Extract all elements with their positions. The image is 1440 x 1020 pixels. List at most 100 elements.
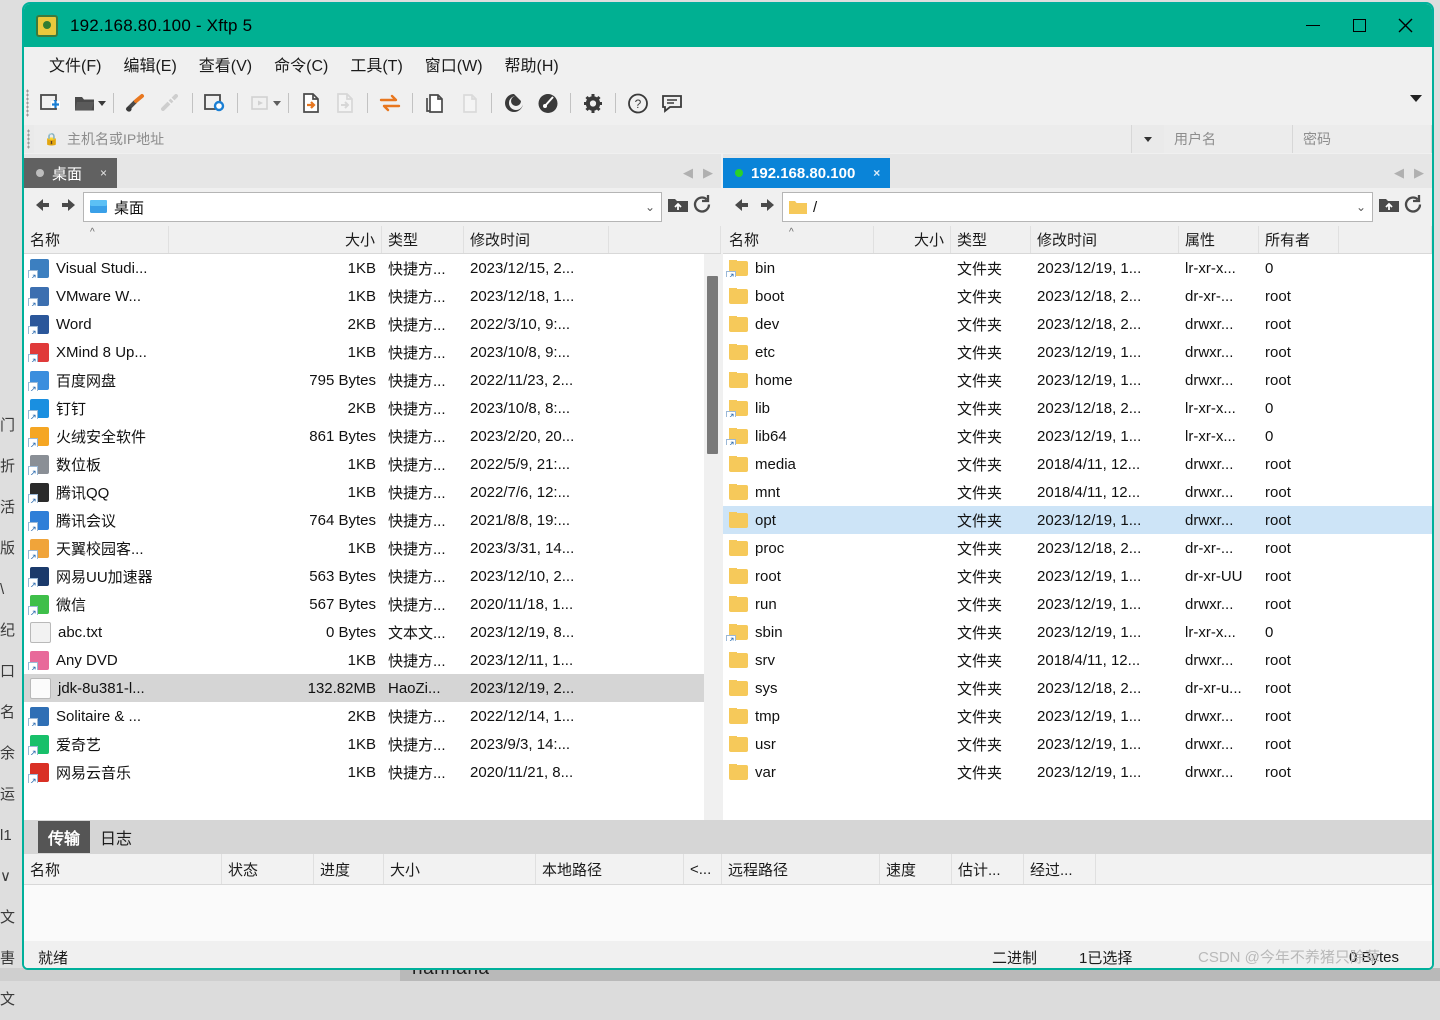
local-file-list[interactable]: Visual Studi... 1KB 快捷方... 2023/12/15, 2...… xyxy=(24,254,722,821)
table-row[interactable]: srv 文件夹 2018/4/11, 12... drwxr... root xyxy=(723,646,1432,674)
table-row[interactable]: usr 文件夹 2023/12/19, 1... drwxr... root xyxy=(723,730,1432,758)
local-col-size[interactable]: 大小 xyxy=(169,226,382,253)
table-row[interactable]: media 文件夹 2018/4/11, 12... drwxr... root xyxy=(723,450,1432,478)
table-row[interactable]: sbin 文件夹 2023/12/19, 1... lr-xr-x... 0 xyxy=(723,618,1432,646)
table-row[interactable]: Visual Studi... 1KB 快捷方... 2023/12/15, 2... xyxy=(24,254,721,282)
menu-window[interactable]: 窗口(W) xyxy=(414,49,494,79)
new-session-icon[interactable] xyxy=(34,86,68,120)
new-file-transfer-icon[interactable] xyxy=(119,86,153,120)
table-row[interactable]: var 文件夹 2023/12/19, 1... drwxr... root xyxy=(723,758,1432,786)
xfer-col-remotepath[interactable]: 远程路径 xyxy=(722,854,880,884)
username-input[interactable]: 用户名 xyxy=(1164,125,1293,153)
transfer-list-body[interactable] xyxy=(24,885,1432,941)
local-col-mtime[interactable]: 修改时间 xyxy=(464,226,609,253)
run-dropdown-icon[interactable] xyxy=(273,100,281,106)
menu-help[interactable]: 帮助(H) xyxy=(494,49,570,79)
xfer-col-eta[interactable]: 估计... xyxy=(952,854,1024,884)
menu-edit[interactable]: 编辑(E) xyxy=(112,49,187,79)
password-input[interactable]: 密码 xyxy=(1293,125,1432,153)
remote-col-size[interactable]: 大小 xyxy=(874,226,952,253)
xfer-col-name[interactable]: 名称 xyxy=(24,854,222,884)
sync-browsing-icon[interactable] xyxy=(373,86,407,120)
xfer-col-progress[interactable]: 进度 xyxy=(314,854,384,884)
forward-arrow-icon[interactable] xyxy=(53,196,77,219)
parent-folder-icon[interactable] xyxy=(1378,195,1400,219)
table-row[interactable]: home 文件夹 2023/12/19, 1... drwxr... root xyxy=(723,366,1432,394)
table-row[interactable]: XMind 8 Up... 1KB 快捷方... 2023/10/8, 9:... xyxy=(24,338,721,366)
table-row[interactable]: Word 2KB 快捷方... 2022/3/10, 9:... xyxy=(24,310,721,338)
table-row[interactable]: abc.txt 0 Bytes 文本文... 2023/12/19, 8... xyxy=(24,618,721,646)
copy-icon[interactable] xyxy=(418,86,452,120)
hostbar-grip[interactable] xyxy=(24,125,34,153)
table-row[interactable]: VMware W... 1KB 快捷方... 2023/12/18, 1... xyxy=(24,282,721,310)
table-row[interactable]: 火绒安全软件 861 Bytes 快捷方... 2023/2/20, 20... xyxy=(24,422,721,450)
refresh-icon[interactable] xyxy=(1403,195,1424,219)
table-row[interactable]: 爱奇艺 1KB 快捷方... 2023/9/3, 14:... xyxy=(24,730,721,758)
chevron-down-icon[interactable]: ⌄ xyxy=(1356,200,1366,214)
table-row[interactable]: Solitaire & ... 2KB 快捷方... 2022/12/14, 1... xyxy=(24,702,721,730)
table-row[interactable]: 百度网盘 795 Bytes 快捷方... 2022/11/23, 2... xyxy=(24,366,721,394)
local-vertical-scrollbar[interactable] xyxy=(704,254,722,821)
xfer-col-speed[interactable]: 速度 xyxy=(880,854,952,884)
open-folder-icon[interactable] xyxy=(68,86,102,120)
remote-col-type[interactable]: 类型 xyxy=(951,226,1032,253)
table-row[interactable]: opt 文件夹 2023/12/19, 1... drwxr... root xyxy=(723,506,1432,534)
remote-col-mtime[interactable]: 修改时间 xyxy=(1031,226,1180,253)
table-row[interactable]: lib 文件夹 2023/12/18, 2... lr-xr-x... 0 xyxy=(723,394,1432,422)
local-scroll-thumb[interactable] xyxy=(707,276,719,454)
toolbar-overflow-icon[interactable] xyxy=(1410,95,1422,102)
local-col-type[interactable]: 类型 xyxy=(382,226,464,253)
table-row[interactable]: 钉钉 2KB 快捷方... 2023/10/8, 8:... xyxy=(24,394,721,422)
host-input[interactable]: 🔒 主机名或IP地址 xyxy=(34,125,1132,153)
remote-path-input[interactable]: / ⌄ xyxy=(782,192,1373,222)
menu-tools[interactable]: 工具(T) xyxy=(339,49,413,79)
table-row[interactable]: 数位板 1KB 快捷方... 2022/5/9, 21:... xyxy=(24,450,721,478)
tab-remote-192-168-80-100[interactable]: 192.168.80.100 × xyxy=(723,158,891,188)
refresh-icon[interactable] xyxy=(692,195,713,219)
table-row[interactable]: mnt 文件夹 2018/4/11, 12... drwxr... root xyxy=(723,478,1432,506)
xfer-col-size[interactable]: 大小 xyxy=(384,854,536,884)
table-row[interactable]: 腾讯会议 764 Bytes 快捷方... 2021/8/8, 19:... xyxy=(24,506,721,534)
table-row[interactable]: sys 文件夹 2023/12/18, 2... dr-xr-u... root xyxy=(723,674,1432,702)
table-row[interactable]: tmp 文件夹 2023/12/19, 1... drwxr... root xyxy=(723,702,1432,730)
options-gear-icon[interactable] xyxy=(576,86,610,120)
tab-prev-icon[interactable]: ◀ xyxy=(683,165,693,181)
table-row[interactable]: proc 文件夹 2023/12/18, 2... dr-xr-... root xyxy=(723,534,1432,562)
forward-arrow-icon[interactable] xyxy=(752,196,776,219)
minimize-button[interactable] xyxy=(1290,4,1336,47)
remote-col-name[interactable]: 名称 ^ xyxy=(723,226,875,253)
maximize-button[interactable] xyxy=(1336,4,1382,47)
host-history-dropdown-icon[interactable] xyxy=(1132,125,1164,153)
chevron-down-icon[interactable]: ⌄ xyxy=(645,200,655,214)
close-button[interactable] xyxy=(1382,4,1428,47)
tab-next-icon[interactable]: ▶ xyxy=(703,165,713,181)
transfer-file-icon[interactable] xyxy=(294,86,328,120)
xfer-col-status[interactable]: 状态 xyxy=(222,854,314,884)
tab-transfer[interactable]: 传输 xyxy=(38,821,91,853)
table-row[interactable]: jdk-8u381-l... 132.82MB HaoZi... 2023/12/19… xyxy=(24,674,722,702)
table-row[interactable]: Any DVD 1KB 快捷方... 2023/12/11, 1... xyxy=(24,646,721,674)
parent-folder-icon[interactable] xyxy=(667,195,689,219)
menu-view[interactable]: 查看(V) xyxy=(188,49,263,79)
local-path-input[interactable]: 桌面 ⌄ xyxy=(83,192,663,222)
menu-file[interactable]: 文件(F) xyxy=(38,49,112,79)
table-row[interactable]: boot 文件夹 2023/12/18, 2... dr-xr-... root xyxy=(723,282,1432,310)
remote-col-owner[interactable]: 所有者 xyxy=(1259,226,1340,253)
help-icon[interactable]: ? xyxy=(621,86,655,120)
table-row[interactable]: run 文件夹 2023/12/19, 1... drwxr... root xyxy=(723,590,1432,618)
table-row[interactable]: bin 文件夹 2023/12/19, 1... lr-xr-x... 0 xyxy=(723,254,1432,282)
xfer-col-localpath[interactable]: 本地路径 xyxy=(536,854,684,884)
table-row[interactable]: 天翼校园客... 1KB 快捷方... 2023/3/31, 14... xyxy=(24,534,721,562)
table-row[interactable]: 网易云音乐 1KB 快捷方... 2020/11/21, 8... xyxy=(24,758,721,786)
remote-col-attr[interactable]: 属性 xyxy=(1179,226,1260,253)
table-row[interactable]: 微信 567 Bytes 快捷方... 2020/11/18, 1... xyxy=(24,590,721,618)
table-row[interactable]: 网易UU加速器 563 Bytes 快捷方... 2023/12/10, 2... xyxy=(24,562,721,590)
table-row[interactable]: 腾讯QQ 1KB 快捷方... 2022/7/6, 12:... xyxy=(24,478,721,506)
table-row[interactable]: dev 文件夹 2023/12/18, 2... drwxr... root xyxy=(723,310,1432,338)
xshell-icon[interactable] xyxy=(497,86,531,120)
remote-file-list[interactable]: bin 文件夹 2023/12/19, 1... lr-xr-x... 0 boot 文件夹… xyxy=(723,254,1432,821)
tab-log[interactable]: 日志 xyxy=(90,821,142,853)
local-col-name[interactable]: 名称 ^ xyxy=(24,226,169,253)
menu-command[interactable]: 命令(C) xyxy=(263,49,339,79)
tab-prev-icon[interactable]: ◀ xyxy=(1394,165,1404,181)
